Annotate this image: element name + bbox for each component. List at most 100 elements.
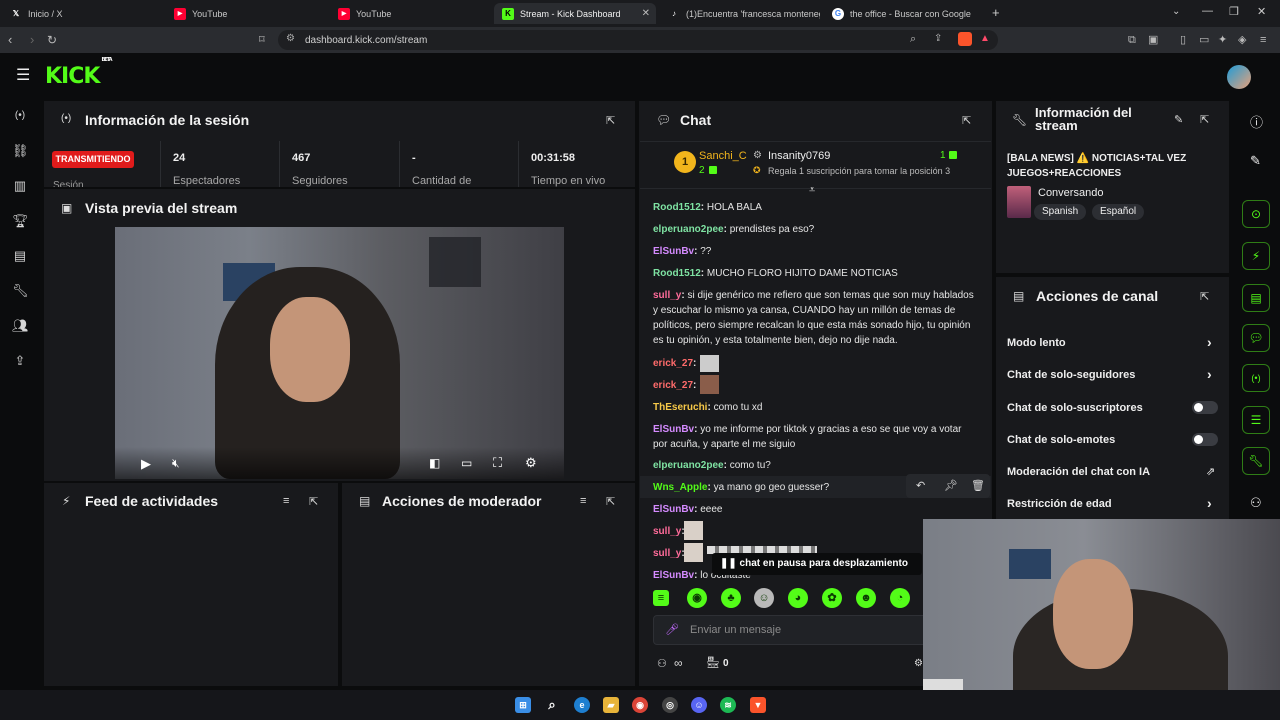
age-restriction-item[interactable]: Restricción de edad: [1007, 498, 1112, 510]
close-tab-icon[interactable]: ✕: [642, 8, 650, 19]
screenshot-icon[interactable]: ▣: [1148, 32, 1158, 48]
tab-kick-dashboard[interactable]: K Stream - Kick Dashboard ✕: [494, 3, 656, 24]
broadcast-button[interactable]: (•): [1242, 364, 1270, 392]
infinity-icon[interactable]: ∞: [674, 656, 683, 670]
info-icon[interactable]: ⓘ: [1250, 112, 1263, 131]
edge-icon[interactable]: e: [574, 697, 590, 713]
spotify-icon[interactable]: ≋: [720, 697, 736, 713]
avatar[interactable]: [1227, 65, 1251, 89]
chevron-right-icon[interactable]: ›: [1207, 334, 1212, 350]
tab-search-icon[interactable]: ⌄: [1172, 6, 1180, 17]
popout-icon[interactable]: ⇱: [962, 114, 974, 127]
theater-icon[interactable]: ▭: [461, 456, 472, 470]
wrench-icon[interactable]: 🔧︎: [12, 283, 29, 299]
chat-button[interactable]: 💬︎: [1242, 324, 1270, 352]
sidebar-icon[interactable]: ▯: [1180, 32, 1186, 48]
collapse-icon[interactable]: ⩡: [809, 184, 815, 197]
pin-icon[interactable]: 📌︎: [944, 479, 958, 492]
tab-google[interactable]: G the office - Buscar con Google: [824, 3, 984, 24]
discord-icon[interactable]: ☺: [691, 697, 707, 713]
users-icon[interactable]: ⚇: [657, 657, 667, 670]
chevron-right-icon[interactable]: ›: [1207, 495, 1212, 511]
tab-tiktok[interactable]: ♪ (1)Encuentra 'francesca montenegro: [660, 3, 820, 24]
category-thumbnail[interactable]: [1007, 186, 1031, 218]
popout-icon[interactable]: ⇱: [606, 495, 618, 508]
brave-shield-icon[interactable]: [958, 32, 972, 46]
chat-settings-icon[interactable]: ⚙: [914, 658, 923, 669]
link-icon[interactable]: ⛓: [12, 143, 29, 159]
popout-icon[interactable]: ⇱: [1200, 113, 1212, 126]
settings-icon[interactable]: ⚙: [525, 455, 537, 471]
emotes-only-toggle[interactable]: [1192, 433, 1218, 446]
category-name[interactable]: Conversando: [1038, 187, 1103, 199]
emote-icon[interactable]: ◔: [890, 588, 910, 608]
tag-chip[interactable]: Español: [1092, 204, 1145, 220]
analytics-icon[interactable]: ▥: [12, 178, 28, 194]
play-icon[interactable]: ▶: [141, 456, 151, 472]
hamburger-icon[interactable]: ☰: [16, 68, 30, 84]
brave-icon[interactable]: ▼: [750, 697, 766, 713]
leo-icon[interactable]: ✦: [1218, 32, 1227, 48]
vpn-icon[interactable]: ◈: [1238, 32, 1246, 48]
external-link-icon[interactable]: ⇗: [1206, 465, 1215, 478]
folder-icon[interactable]: ▰: [603, 697, 619, 713]
popout-icon[interactable]: ⇱: [309, 495, 321, 508]
tag-chip[interactable]: Spanish: [1034, 204, 1087, 220]
pip-icon[interactable]: ◧: [429, 456, 440, 470]
delete-icon[interactable]: 🗑︎: [971, 479, 985, 492]
chrome-icon[interactable]: ◉: [632, 697, 648, 713]
forward-icon[interactable]: ›: [30, 32, 34, 48]
wallet-icon[interactable]: ▭: [1199, 32, 1209, 48]
followers-only-item[interactable]: Chat de solo-seguidores: [1007, 369, 1135, 381]
tab-youtube-1[interactable]: ▶ YouTube: [166, 3, 326, 24]
leader-username[interactable]: Sanchi_C: [699, 150, 747, 162]
upload-icon[interactable]: ⇪: [12, 353, 28, 369]
emote-icon[interactable]: ◉: [687, 588, 707, 608]
clip-button[interactable]: ⊙: [1242, 200, 1270, 228]
fullscreen-icon[interactable]: ⛶: [493, 455, 502, 471]
site-info-icon[interactable]: ⚙: [286, 33, 295, 44]
minimize-icon[interactable]: —: [1202, 5, 1213, 17]
slow-mode-item[interactable]: Modo lento: [1007, 337, 1066, 349]
second-username[interactable]: Insanity0769: [768, 150, 830, 162]
menu-icon[interactable]: ≡: [1260, 32, 1266, 48]
zoom-icon[interactable]: ⌕: [910, 33, 916, 46]
extensions-icon[interactable]: ⧉: [1128, 32, 1136, 48]
windows-start-icon[interactable]: ⊞: [515, 697, 531, 713]
share-icon[interactable]: ⚇: [1250, 495, 1262, 511]
maximize-icon[interactable]: ❐: [1229, 5, 1239, 18]
emote-icon[interactable]: ◕: [788, 588, 808, 608]
edit-icon[interactable]: ✎: [1174, 113, 1186, 126]
chat-paused-banner[interactable]: ❚❚ chat en pausa para desplazamiento: [712, 553, 922, 575]
tab-x[interactable]: 𝕏 Inicio / X: [2, 3, 162, 24]
video-icon[interactable]: ▤: [12, 248, 28, 264]
back-icon[interactable]: ‹: [8, 32, 12, 48]
filter-icon[interactable]: ≡: [283, 495, 295, 507]
chevron-right-icon[interactable]: ›: [1207, 366, 1212, 382]
search-icon[interactable]: ⌕: [544, 697, 560, 713]
close-window-icon[interactable]: ✕: [1257, 5, 1266, 18]
popout-icon[interactable]: ⇱: [606, 114, 618, 127]
emote-icon[interactable]: ✿: [822, 588, 842, 608]
stream-icon[interactable]: (•): [12, 108, 28, 124]
url-field[interactable]: ⚙ dashboard.kick.com/stream ⌕ ⇪ ▲: [278, 30, 998, 50]
emote-icon[interactable]: ☻: [856, 588, 876, 608]
store-icon[interactable]: 🏪︎: [706, 656, 720, 669]
notes-button[interactable]: ▤: [1242, 284, 1270, 312]
new-tab-icon[interactable]: +: [992, 5, 1000, 20]
bolt-button[interactable]: ⚡︎: [1242, 242, 1270, 270]
obs-icon[interactable]: ◎: [662, 697, 678, 713]
emote-icon[interactable]: ≡: [653, 590, 669, 606]
edit-icon[interactable]: ✎: [1250, 153, 1261, 169]
gift-promo[interactable]: Regala 1 suscripción para tomar la posic…: [768, 166, 950, 176]
stream-video[interactable]: ▶ 🔇︎ ◧ ▭ ⛶ ⚙: [115, 227, 564, 479]
mic-icon[interactable]: 🎤︎: [665, 623, 679, 636]
kick-logo[interactable]: KICKBETA: [45, 57, 113, 89]
share-icon[interactable]: ⇪: [934, 33, 942, 44]
reload-icon[interactable]: ↻: [47, 32, 57, 48]
bookmark-icon[interactable]: ⌑: [259, 32, 265, 48]
wrench-button[interactable]: 🔧︎: [1242, 447, 1270, 475]
message-input[interactable]: 🎤︎ Enviar un mensaje: [653, 615, 928, 645]
users-icon[interactable]: 👥︎: [12, 318, 29, 334]
emote-icon[interactable]: ☺: [754, 588, 774, 608]
